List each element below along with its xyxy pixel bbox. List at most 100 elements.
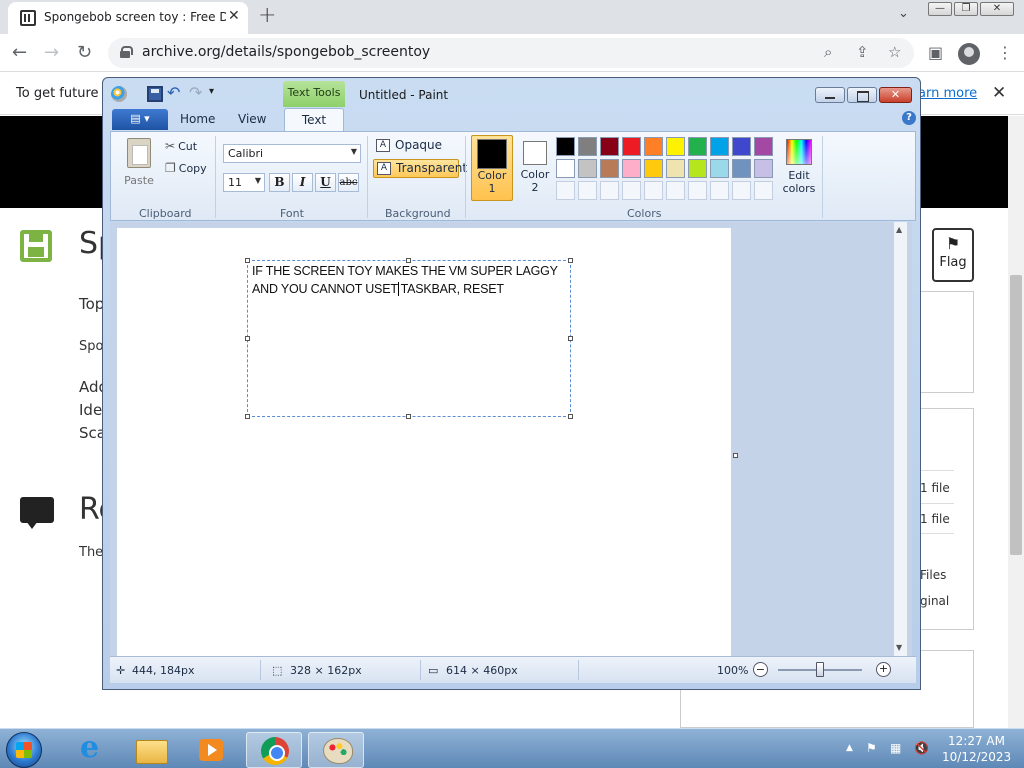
clock-time[interactable]: 12:27 AM: [948, 734, 1005, 748]
profile-avatar[interactable]: [958, 43, 980, 65]
palette-swatch[interactable]: [556, 159, 575, 178]
custom-color-slot[interactable]: [644, 181, 663, 200]
paint-file-menu-button[interactable]: ▤ ▾: [112, 109, 168, 130]
forward-arrow-icon[interactable]: →: [44, 42, 59, 63]
color2-button[interactable]: Color 2: [517, 135, 553, 201]
resize-handle[interactable]: [406, 258, 411, 263]
bold-button[interactable]: B: [269, 173, 290, 192]
palette-swatch[interactable]: [666, 137, 685, 156]
palette-swatch[interactable]: [688, 137, 707, 156]
resize-handle[interactable]: [568, 258, 573, 263]
share-icon[interactable]: ⇪: [856, 43, 869, 61]
download-item[interactable]: 1 file: [920, 481, 950, 495]
drawing-canvas[interactable]: IF THE SCREEN TOY MAKES THE VM SUPER LAG…: [117, 228, 731, 656]
undo-icon[interactable]: ↶: [167, 85, 183, 102]
zoom-slider-thumb[interactable]: [816, 662, 824, 677]
bookmark-star-icon[interactable]: ☆: [888, 43, 901, 61]
custom-color-slot[interactable]: [666, 181, 685, 200]
tab-search-chevron-icon[interactable]: ⌄: [898, 6, 909, 21]
resize-handle[interactable]: [568, 414, 573, 419]
palette-swatch[interactable]: [622, 159, 641, 178]
palette-swatch[interactable]: [754, 137, 773, 156]
edit-colors-button[interactable]: Edit colors: [779, 137, 819, 203]
url-text[interactable]: archive.org/details/spongebob_screentoy: [142, 44, 430, 60]
palette-swatch[interactable]: [622, 137, 641, 156]
browser-minimize-button[interactable]: —: [928, 2, 952, 16]
action-center-flag-icon[interactable]: ⚑: [866, 741, 877, 755]
customize-quick-access-chevron-icon[interactable]: ▾: [209, 86, 225, 102]
palette-swatch[interactable]: [710, 137, 729, 156]
palette-swatch[interactable]: [754, 159, 773, 178]
custom-color-slot[interactable]: [622, 181, 641, 200]
resize-handle[interactable]: [245, 336, 250, 341]
internet-explorer-icon[interactable]: [62, 730, 118, 768]
custom-color-slot[interactable]: [754, 181, 773, 200]
paste-button[interactable]: Paste: [121, 136, 157, 188]
side-panel-icon[interactable]: ▣: [928, 43, 943, 62]
page-scrollbar-thumb[interactable]: [1010, 275, 1022, 555]
underline-button[interactable]: U: [315, 173, 336, 192]
custom-color-slot[interactable]: [578, 181, 597, 200]
palette-swatch[interactable]: [600, 137, 619, 156]
flag-button[interactable]: ⚑ Flag: [932, 228, 974, 282]
transparent-button[interactable]: A Transparent: [373, 159, 467, 178]
download-item[interactable]: 1 file: [920, 512, 950, 526]
strikethrough-button[interactable]: abc: [338, 173, 359, 192]
palette-swatch[interactable]: [556, 137, 575, 156]
tab-text[interactable]: Text: [284, 108, 344, 132]
copy-button[interactable]: ❐ Copy: [165, 161, 207, 175]
canvas-resize-handle[interactable]: [733, 453, 738, 458]
palette-swatch[interactable]: [710, 159, 729, 178]
resize-handle[interactable]: [245, 258, 250, 263]
file-explorer-icon[interactable]: [122, 732, 178, 768]
resize-handle[interactable]: [568, 336, 573, 341]
paint-minimize-button[interactable]: [815, 87, 845, 103]
download-item[interactable]: ginal: [920, 594, 949, 608]
canvas-text-line-2[interactable]: AND YOU CANNOT USET TASKBAR, RESET: [252, 282, 504, 296]
tab-view[interactable]: View: [238, 112, 266, 126]
palette-swatch[interactable]: [666, 159, 685, 178]
color1-button[interactable]: Color 1: [471, 135, 513, 201]
media-player-icon[interactable]: [182, 732, 238, 768]
download-item[interactable]: Files: [920, 568, 946, 582]
palette-swatch[interactable]: [600, 159, 619, 178]
scroll-down-arrow-icon[interactable]: ▼: [896, 643, 902, 652]
cut-button[interactable]: ✂ Cut: [165, 139, 197, 153]
italic-button[interactable]: I: [292, 173, 313, 192]
banner-close-icon[interactable]: ✕: [992, 83, 1006, 103]
browser-restore-button[interactable]: ❐: [954, 2, 978, 16]
lock-icon[interactable]: [120, 46, 133, 58]
browser-tab[interactable]: Spongebob screen toy : Free Dov ✕: [8, 2, 248, 34]
back-arrow-icon[interactable]: ←: [12, 42, 27, 63]
help-icon[interactable]: ?: [902, 111, 916, 125]
custom-color-slot[interactable]: [600, 181, 619, 200]
paint-close-button[interactable]: ✕: [879, 87, 912, 103]
new-tab-button[interactable]: +: [258, 3, 276, 28]
menu-kebab-icon[interactable]: ⋮: [997, 43, 1013, 62]
chrome-taskbar-icon[interactable]: [246, 732, 302, 768]
network-icon[interactable]: ▦: [890, 741, 901, 755]
quick-save-icon[interactable]: [147, 86, 163, 102]
clock-date[interactable]: 10/12/2023: [942, 750, 1011, 764]
tray-overflow-icon[interactable]: ▲: [846, 743, 853, 753]
volume-muted-icon[interactable]: 🔇: [914, 741, 929, 755]
opaque-button[interactable]: A Opaque: [373, 137, 459, 156]
zoom-search-icon[interactable]: ⌕: [824, 43, 832, 61]
paint-app-icon[interactable]: [111, 86, 127, 102]
paint-maximize-button[interactable]: [847, 87, 877, 103]
canvas-vertical-scrollbar[interactable]: ▲ ▼: [894, 222, 907, 656]
start-button[interactable]: [6, 732, 42, 768]
font-size-select[interactable]: 11 ▼: [223, 173, 265, 192]
tab-close-icon[interactable]: ✕: [228, 8, 240, 24]
paint-taskbar-icon[interactable]: [308, 732, 364, 768]
palette-swatch[interactable]: [578, 159, 597, 178]
palette-swatch[interactable]: [732, 159, 751, 178]
scroll-up-arrow-icon[interactable]: ▲: [896, 225, 902, 234]
palette-swatch[interactable]: [644, 137, 663, 156]
redo-icon[interactable]: ↷: [189, 85, 205, 102]
reload-icon[interactable]: ↻: [77, 42, 92, 63]
palette-swatch[interactable]: [644, 159, 663, 178]
custom-color-slot[interactable]: [688, 181, 707, 200]
font-family-select[interactable]: Calibri ▼: [223, 144, 361, 163]
custom-color-slot[interactable]: [710, 181, 729, 200]
